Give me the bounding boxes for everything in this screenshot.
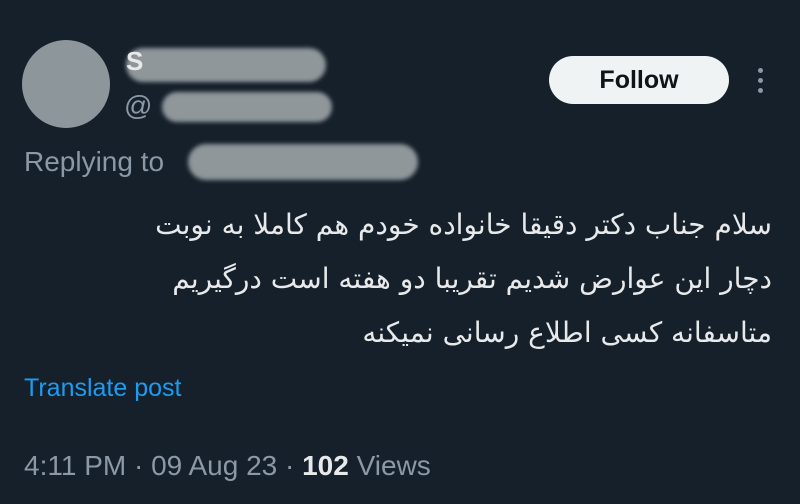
author-handle-redacted [162,92,332,122]
tweet-meta: 4:11 PM · 09 Aug 23 · 102 Views [24,450,431,482]
author-handle-prefix: @ [124,90,153,121]
reply-target-redacted [188,144,418,180]
author-name[interactable]: S [126,46,143,77]
tweet-line: سلام جناب دکتر دقیقا خانواده خودم هم کام… [155,208,772,241]
more-vertical-icon[interactable] [748,60,772,100]
avatar[interactable] [22,40,110,128]
tweet-time[interactable]: 4:11 PM [24,450,126,481]
translate-post-link[interactable]: Translate post [24,374,181,403]
tweet-line: متاسفانه کسی اطلاع رسانی نمیکنه [362,316,772,349]
views-label: Views [356,450,431,481]
replying-to-label: Replying to [24,146,165,177]
meta-separator: · [133,450,144,481]
tweet-line: دچار این عوارض شدیم تقریبا دو هفته است د… [172,262,772,295]
meta-separator: · [285,450,295,481]
follow-button[interactable]: Follow [549,56,729,104]
tweet-text: سلام جناب دکتر دقیقا خانواده خودم هم کام… [32,198,772,360]
author-name-redacted [126,48,326,82]
tweet-date[interactable]: 09 Aug 23 [151,450,277,481]
views-count: 102 [302,450,349,481]
